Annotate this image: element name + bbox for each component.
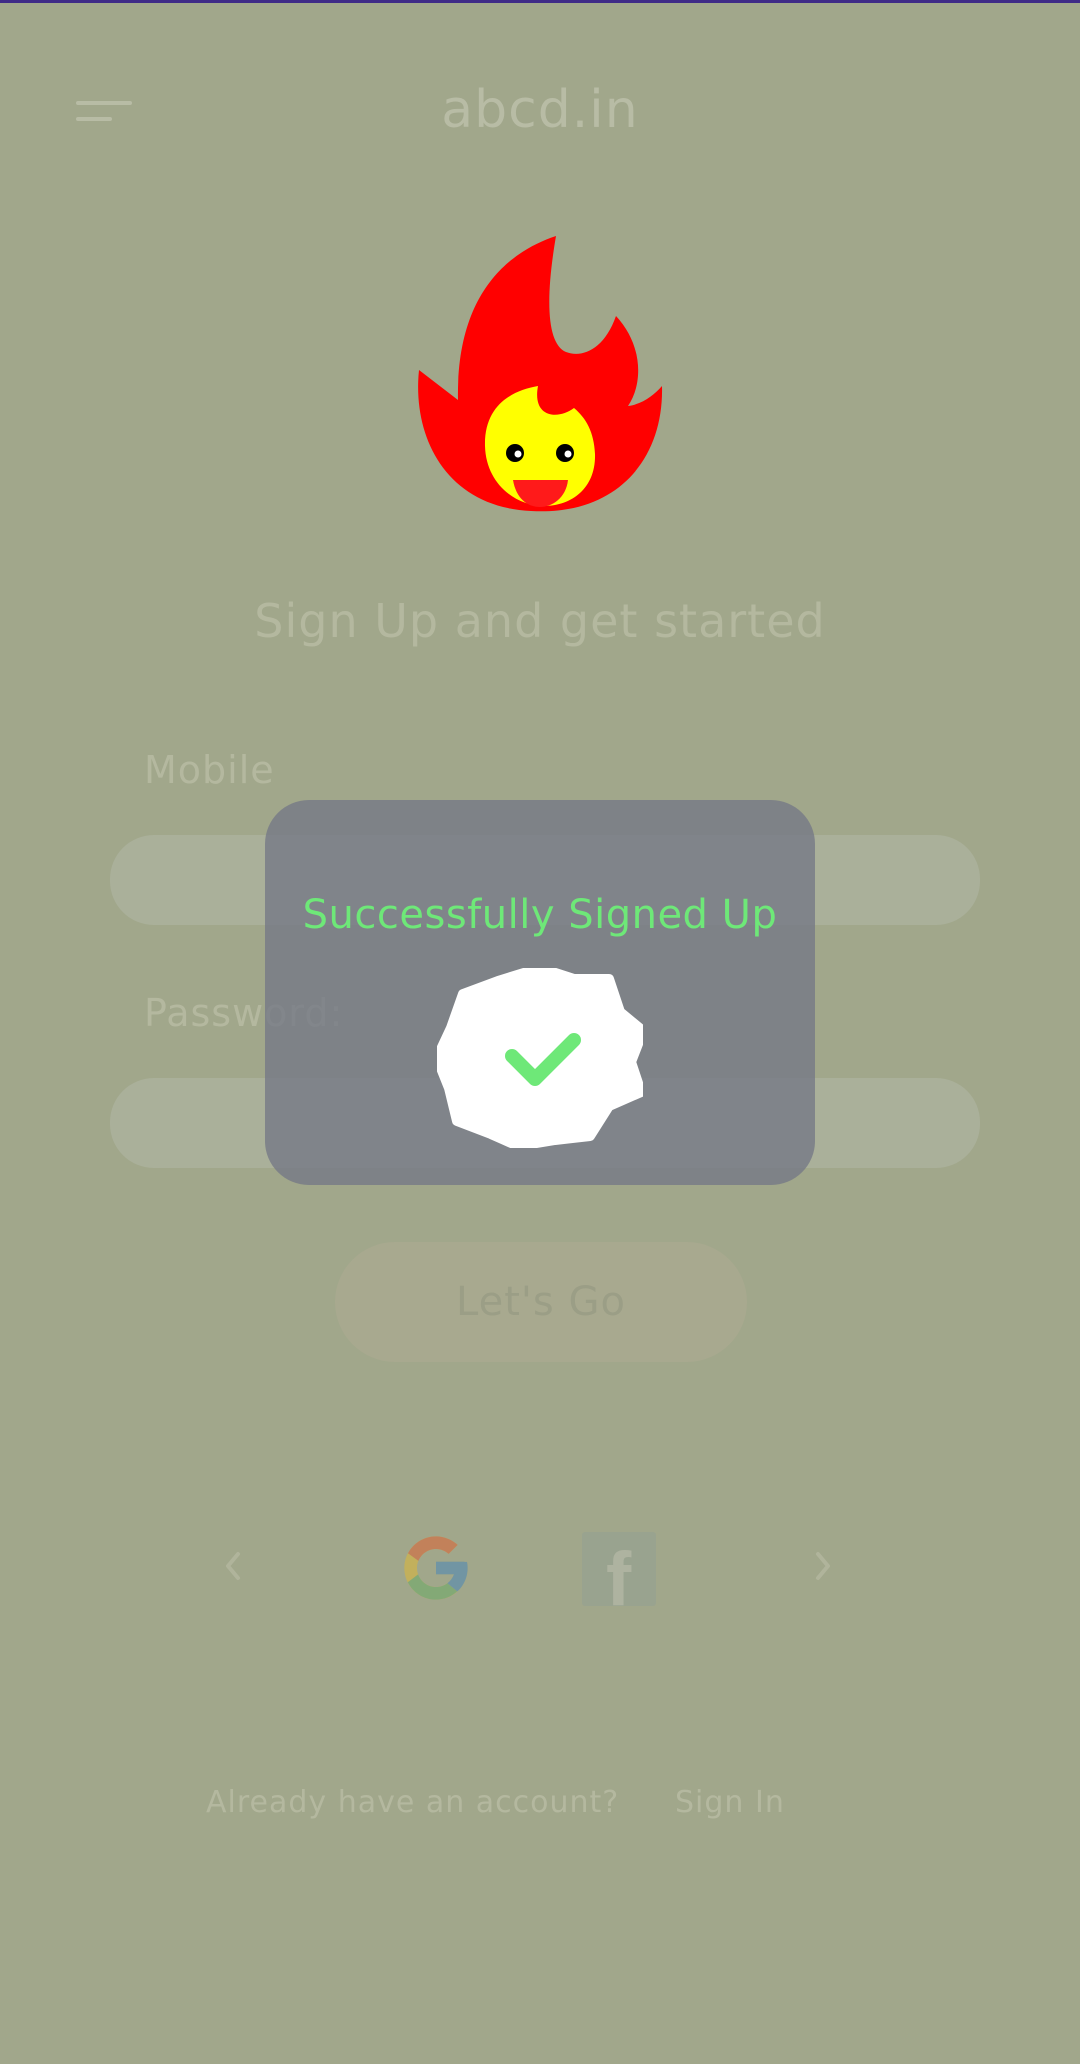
account-question: Already have an account? — [206, 1785, 620, 1820]
chevron-left-icon[interactable] — [218, 1546, 248, 1586]
success-dialog: Successfully Signed Up — [265, 800, 815, 1185]
success-message: Successfully Signed Up — [302, 892, 778, 938]
verified-badge-check-icon — [437, 968, 643, 1148]
page-heading: Sign Up and get started — [254, 594, 826, 648]
facebook-icon[interactable]: f — [582, 1532, 656, 1606]
site-title: abcd.in — [441, 80, 639, 140]
sign-in-link[interactable]: Sign In — [675, 1785, 785, 1820]
flame-mascot-logo — [418, 236, 663, 512]
lets-go-button[interactable]: Let's Go — [335, 1242, 747, 1362]
google-icon[interactable] — [398, 1530, 474, 1606]
status-strip — [0, 0, 1080, 3]
chevron-right-icon[interactable] — [808, 1546, 838, 1586]
mobile-label: Mobile — [144, 748, 275, 792]
